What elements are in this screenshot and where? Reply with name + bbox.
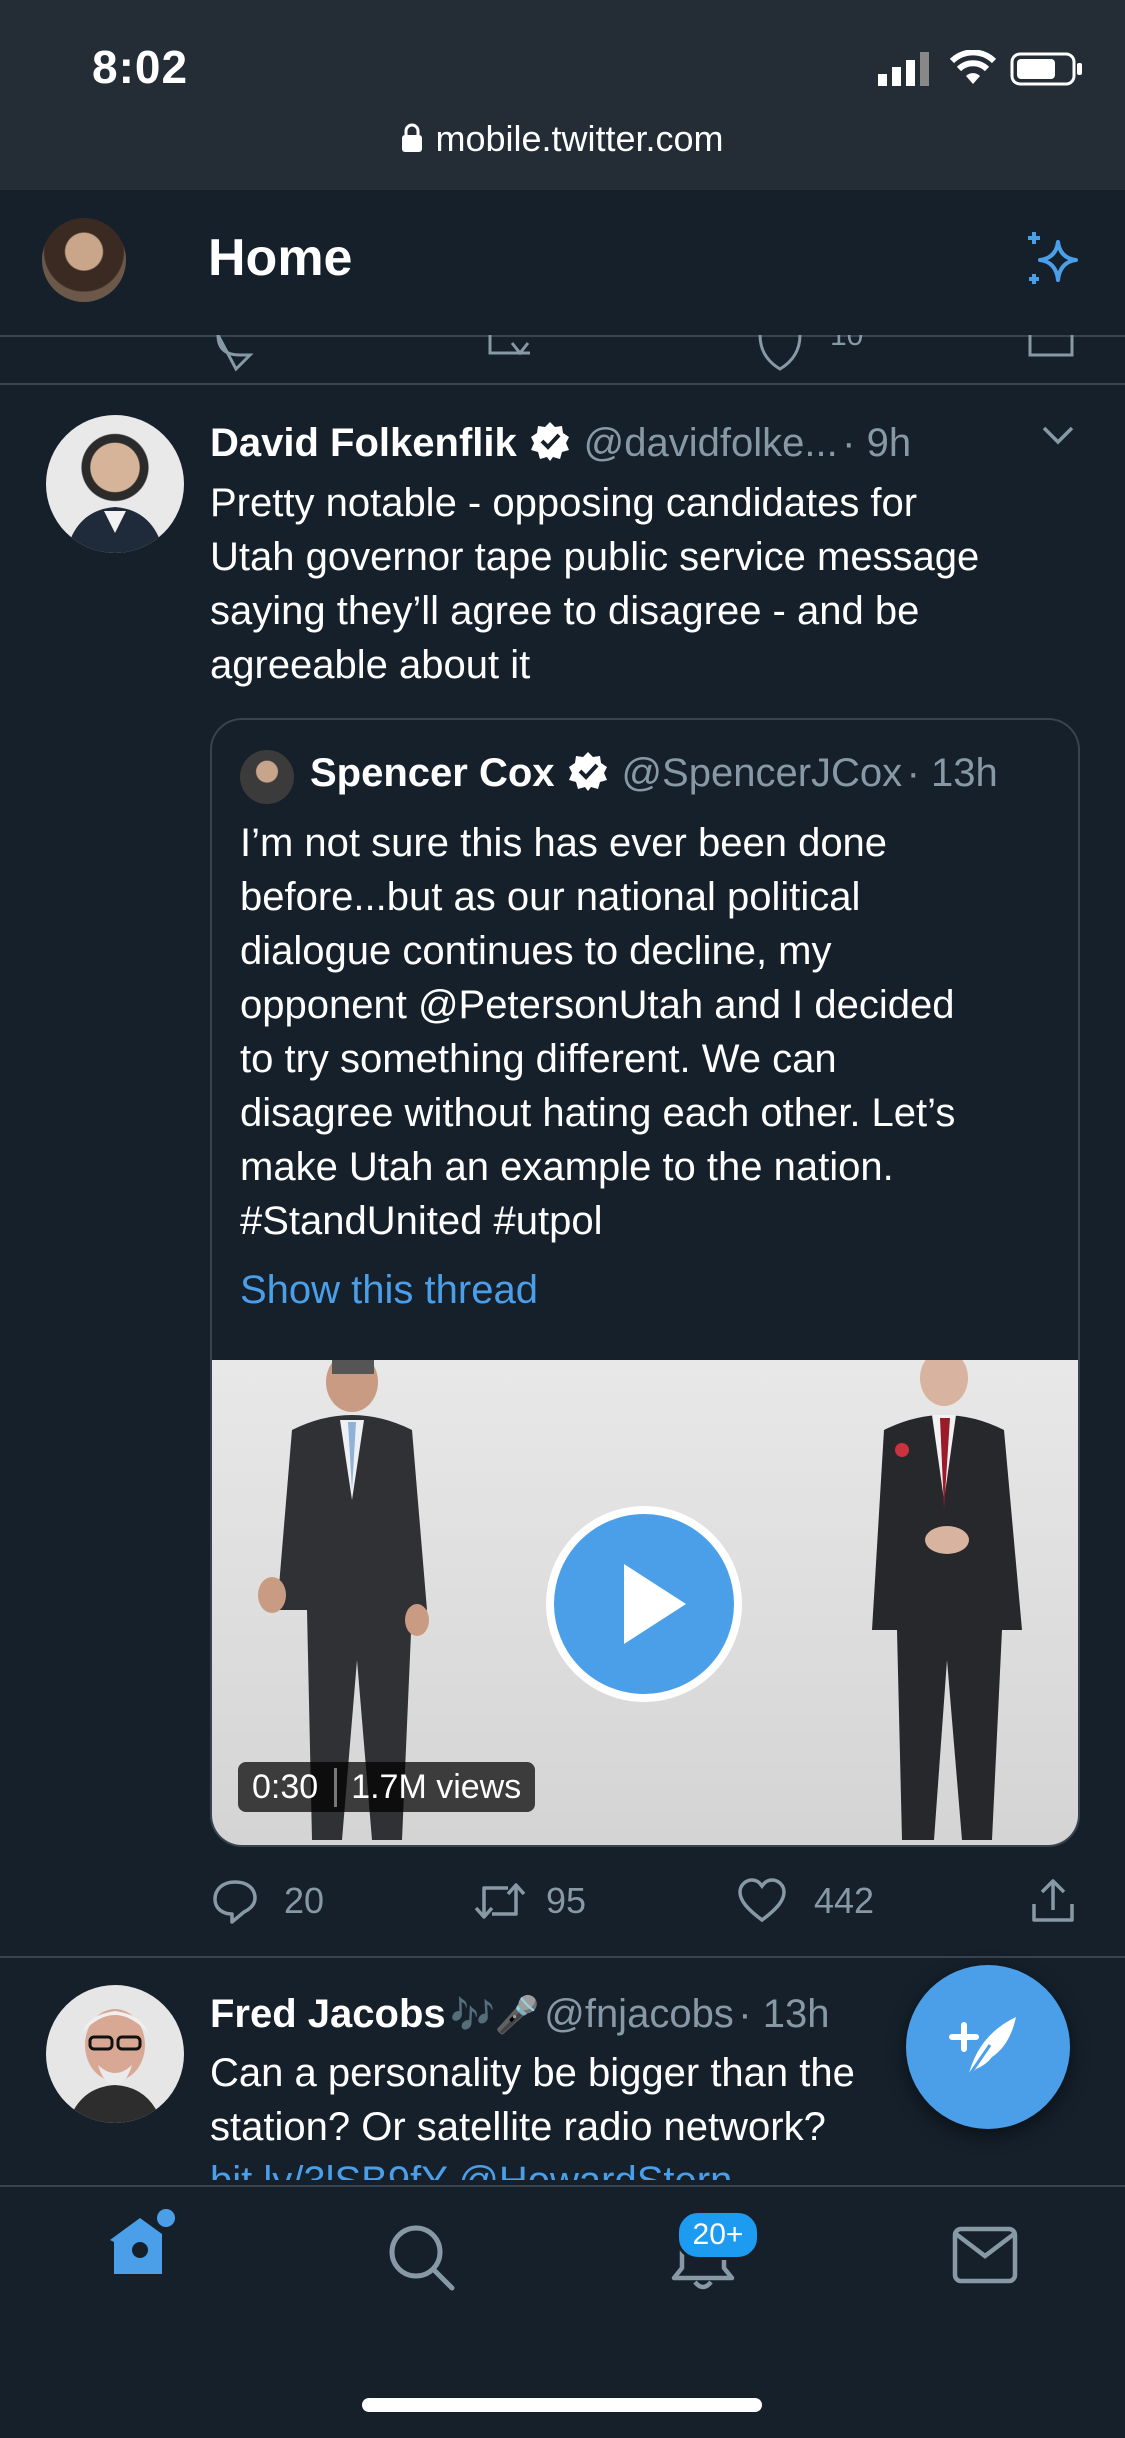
reply-count: 20 bbox=[284, 1880, 325, 1921]
messages-tab-icon[interactable] bbox=[952, 2226, 1018, 2289]
quoted-text-line: dialogue continues to decline, my bbox=[240, 929, 832, 973]
tweet-divider bbox=[0, 1956, 1125, 1958]
clock: 8:02 bbox=[92, 41, 189, 93]
quoted-author-name: Spencer Cox bbox=[310, 751, 555, 795]
retweet-button[interactable]: 95 bbox=[472, 1876, 586, 1926]
page-title: Home bbox=[208, 229, 353, 287]
notifications-badge: 20+ bbox=[676, 2210, 760, 2260]
feather-plus-icon bbox=[949, 2017, 1016, 2078]
tweet-text-line: Pretty notable - opposing candidates for bbox=[210, 481, 918, 525]
tweet-link[interactable]: bit.ly/3lSB9fY @HowardStern bbox=[210, 2154, 1080, 2180]
wifi-icon bbox=[949, 49, 997, 91]
video-player[interactable]: 0:30 1.7M views bbox=[212, 1360, 1078, 1845]
avatar-fred-jacobs[interactable] bbox=[46, 1985, 184, 2123]
tweet-time[interactable]: · 13h bbox=[738, 1992, 829, 2036]
name-emoji: 🎶🎤 bbox=[450, 1994, 540, 2035]
tweet-text-line: saying they’ll agree to disagree - and b… bbox=[210, 589, 920, 633]
person-right bbox=[872, 1360, 1022, 1840]
share-icon bbox=[1032, 1879, 1074, 1922]
sparkle-icon[interactable] bbox=[1022, 230, 1084, 297]
avatar-david-folkenflik[interactable] bbox=[46, 415, 184, 553]
quoted-author-handle: @SpencerJCox bbox=[621, 751, 903, 795]
quoted-text-line: #StandUnited #utpol bbox=[240, 1199, 603, 1243]
cellular-signal-icon bbox=[878, 52, 934, 91]
video-views: 1.7M views bbox=[351, 1767, 522, 1806]
tweet-text-line: Utah governor tape public service messag… bbox=[210, 535, 980, 579]
author-name[interactable]: Fred Jacobs bbox=[210, 1992, 446, 2036]
chevron-down-icon[interactable] bbox=[1040, 424, 1076, 453]
heart-icon bbox=[738, 1878, 786, 1923]
tweet-text: Pretty notable - opposing candidates for… bbox=[210, 476, 1080, 692]
address-bar[interactable]: mobile.twitter.com bbox=[0, 118, 1125, 162]
video-info-badge: 0:30 1.7M views bbox=[238, 1762, 536, 1812]
quoted-text-line: opponent @PetersonUtah and I decided bbox=[240, 983, 955, 1027]
home-indicator bbox=[362, 2398, 762, 2412]
share-button[interactable] bbox=[1028, 1876, 1078, 1931]
app-header bbox=[0, 190, 1125, 337]
quoted-tweet[interactable]: Spencer Cox @SpencerJCox · 13h I’m not s… bbox=[210, 718, 1080, 1847]
quoted-tweet-time: · 13h bbox=[906, 751, 998, 795]
retweet-count: 95 bbox=[546, 1880, 587, 1921]
quoted-tweet-text: I’m not sure this has ever been done bef… bbox=[240, 816, 1060, 1248]
quoted-text-line: to try something different. We can bbox=[240, 1037, 837, 1081]
avatar-spencer-cox bbox=[240, 750, 294, 804]
search-tab-icon[interactable] bbox=[386, 2222, 456, 2297]
svg-text:10: 10 bbox=[830, 335, 863, 352]
show-thread-link[interactable]: Show this thread bbox=[240, 1268, 538, 1313]
quoted-text-line: disagree without hating each other. Let’… bbox=[240, 1091, 956, 1135]
tweet-text-line: agreeable about it bbox=[210, 643, 531, 687]
previous-tweet-actions: 10 bbox=[0, 335, 1125, 385]
quoted-text-line: I’m not sure this has ever been done bbox=[240, 821, 888, 865]
video-duration: 0:30 bbox=[238, 1767, 338, 1807]
author-handle[interactable]: @davidfolke... bbox=[584, 421, 838, 465]
play-button[interactable] bbox=[546, 1506, 742, 1702]
profile-avatar[interactable] bbox=[42, 218, 126, 302]
reply-icon bbox=[213, 1880, 257, 1924]
compose-tweet-button[interactable] bbox=[906, 1965, 1070, 2129]
verified-badge-icon bbox=[529, 420, 571, 467]
verified-badge-icon bbox=[567, 750, 609, 797]
tweet-time[interactable]: · 9h bbox=[842, 421, 911, 465]
home-tab-icon[interactable] bbox=[104, 2206, 176, 2283]
tweet-actions: 20 95 442 bbox=[210, 1876, 1080, 1932]
like-button[interactable]: 442 bbox=[736, 1876, 874, 1926]
tweet-header: David Folkenflik @davidfolke... · 9h bbox=[210, 420, 911, 467]
quoted-tweet-header: Spencer Cox @SpencerJCox · 13h bbox=[310, 750, 998, 797]
quoted-text-line: before...but as our national political bbox=[240, 875, 861, 919]
quoted-text-line: make Utah an example to the nation. bbox=[240, 1145, 894, 1189]
battery-icon bbox=[1010, 52, 1084, 91]
tweet-header: Fred Jacobs 🎶🎤 @fnjacobs · 13h bbox=[210, 1992, 829, 2037]
tweet-divider bbox=[0, 383, 1125, 385]
author-handle[interactable]: @fnjacobs bbox=[544, 1992, 734, 2036]
lock-icon bbox=[401, 120, 423, 162]
url-text: mobile.twitter.com bbox=[435, 118, 724, 159]
retweet-icon bbox=[474, 1883, 526, 1919]
reply-button[interactable]: 20 bbox=[210, 1876, 324, 1926]
play-icon bbox=[624, 1564, 686, 1644]
author-name[interactable]: David Folkenflik bbox=[210, 421, 517, 465]
like-count: 442 bbox=[814, 1880, 875, 1921]
